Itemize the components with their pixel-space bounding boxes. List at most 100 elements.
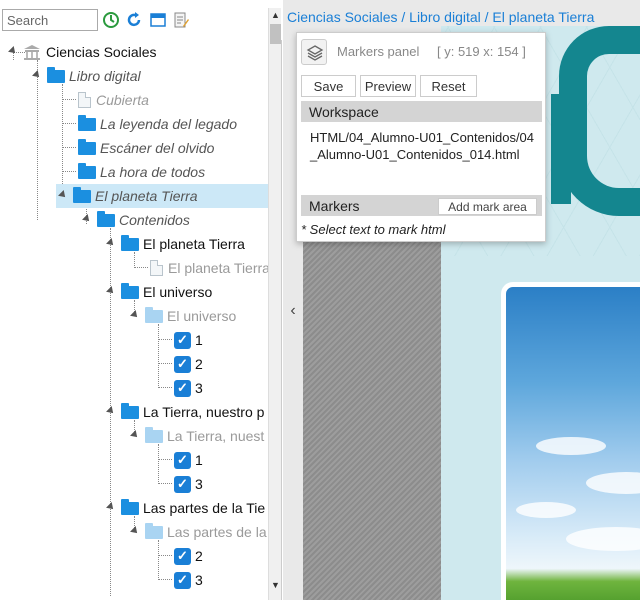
collapse-arrow-icon[interactable] — [80, 213, 94, 227]
tree-item-escaner[interactable]: Escáner del olvido — [78, 136, 214, 160]
tree-subfolder[interactable]: Las partes de la — [128, 520, 267, 544]
preview-button[interactable]: Preview — [360, 75, 416, 97]
teal-bar-shape — [551, 94, 571, 204]
search-input[interactable] — [2, 9, 98, 31]
folder-icon — [78, 162, 96, 179]
collapse-arrow-icon[interactable] — [104, 285, 118, 299]
tree-checkbox-item[interactable]: ✓ 2 — [174, 352, 203, 376]
tree-root-label: Ciencias Sociales — [46, 44, 157, 60]
sky-landscape-image — [501, 282, 640, 600]
page-gutter — [303, 240, 441, 600]
tree-item-label: Contenidos — [119, 212, 190, 228]
tree-root[interactable]: Ciencias Sociales — [6, 40, 157, 64]
document-edit-icon[interactable] — [172, 11, 190, 29]
collapse-arrow-icon[interactable] — [56, 189, 70, 203]
folder-icon — [121, 498, 139, 515]
checkbox-checked-icon[interactable]: ✓ — [174, 379, 191, 397]
folder-icon — [145, 522, 163, 539]
checkbox-checked-icon[interactable]: ✓ — [174, 451, 191, 469]
add-mark-area-button[interactable]: Add mark area — [438, 198, 537, 215]
checkbox-checked-icon[interactable]: ✓ — [174, 355, 191, 373]
window-icon[interactable] — [149, 11, 167, 29]
markers-panel: Markers panel [ y: 519 x: 154 ] Save Pre… — [296, 32, 546, 242]
markers-panel-title: Markers panel — [337, 44, 420, 59]
page-icon — [150, 260, 163, 276]
markers-hint: * Select text to mark html — [301, 222, 446, 237]
tree-item-label: Cubierta — [96, 92, 149, 108]
checkbox-checked-icon[interactable]: ✓ — [174, 331, 191, 349]
breadcrumb[interactable]: Ciencias Sociales / Libro digital / El p… — [287, 9, 594, 25]
tree-checkbox-item[interactable]: ✓ 2 — [174, 544, 203, 568]
scroll-up-arrow-icon[interactable]: ▲ — [269, 8, 282, 22]
page-icon — [78, 92, 91, 108]
scroll-down-arrow-icon[interactable]: ▼ — [269, 578, 282, 592]
layers-icon[interactable] — [301, 39, 327, 65]
tree-item-cubierta[interactable]: Cubierta — [78, 88, 149, 112]
folder-icon — [78, 138, 96, 155]
collapse-arrow-icon[interactable] — [6, 45, 20, 59]
tree-section-label: El universo — [143, 284, 213, 300]
tree-checkbox-label: 1 — [195, 332, 203, 348]
tree-item-leyenda[interactable]: La leyenda del legado — [78, 112, 237, 136]
collapse-arrow-icon[interactable] — [128, 309, 142, 323]
collapse-panel-chevron-icon[interactable]: ‹ — [283, 296, 303, 326]
tree-page[interactable]: El planeta Tierra — [150, 256, 268, 280]
tree-subfolder-label: El universo — [167, 308, 237, 324]
tree-item-contenidos[interactable]: Contenidos — [80, 208, 190, 232]
scroll-thumb[interactable] — [270, 24, 281, 44]
tree-page-label: El planeta Tierra — [168, 260, 268, 276]
folder-icon — [47, 66, 65, 83]
collapse-arrow-icon[interactable] — [128, 525, 142, 539]
reset-button[interactable]: Reset — [420, 75, 477, 97]
tree-section[interactable]: El planeta Tierra — [104, 232, 245, 256]
collapse-arrow-icon[interactable] — [104, 501, 118, 515]
checkbox-checked-icon[interactable]: ✓ — [174, 547, 191, 565]
tree-item-planeta-selected[interactable]: El planeta Tierra — [56, 184, 268, 208]
folder-icon — [121, 282, 139, 299]
tree-checkbox-item[interactable]: ✓ 3 — [174, 472, 203, 496]
tree-checkbox-label: 3 — [195, 572, 203, 588]
tree-section[interactable]: Las partes de la Tie — [104, 496, 265, 520]
tree-checkbox-item[interactable]: ✓ 3 — [174, 376, 203, 400]
checkbox-checked-icon[interactable]: ✓ — [174, 475, 191, 493]
folder-icon — [121, 402, 139, 419]
tree-checkbox-label: 2 — [195, 356, 203, 372]
tree-panel: Ciencias Sociales Libro digital Cubierta… — [0, 0, 282, 600]
tree-item-label: El planeta Tierra — [95, 188, 198, 204]
tree-scrollbar[interactable]: ▲ ▼ — [268, 8, 281, 600]
tree-checkbox-label: 1 — [195, 452, 203, 468]
tree-checkbox-label: 3 — [195, 476, 203, 492]
save-button[interactable]: Save — [301, 75, 356, 97]
library-icon — [23, 44, 41, 60]
tree-subfolder[interactable]: El universo — [128, 304, 236, 328]
refresh-icon[interactable] — [125, 11, 143, 29]
checkbox-checked-icon[interactable]: ✓ — [174, 571, 191, 589]
tree-subfolder-label: Las partes de la — [167, 524, 267, 540]
folder-icon — [121, 234, 139, 251]
folder-icon — [73, 186, 91, 203]
tree-section[interactable]: La Tierra, nuestro p — [104, 400, 264, 424]
folder-icon — [145, 306, 163, 323]
tree-checkbox-item[interactable]: ✓ 3 — [174, 568, 203, 592]
tree-checkbox-item[interactable]: ✓ 1 — [174, 328, 203, 352]
tree-checkbox-item[interactable]: ✓ 1 — [174, 448, 203, 472]
tree-item-label: La leyenda del legado — [100, 116, 238, 132]
content-tree: Ciencias Sociales Libro digital Cubierta… — [0, 40, 268, 596]
tree-subfolder[interactable]: La Tierra, nuest — [128, 424, 264, 448]
collapse-arrow-icon[interactable] — [30, 69, 44, 83]
tree-item-libro-digital[interactable]: Libro digital — [30, 64, 141, 88]
tree-item-hora[interactable]: La hora de todos — [78, 160, 205, 184]
collapse-arrow-icon[interactable] — [128, 429, 142, 443]
collapse-arrow-icon[interactable] — [104, 237, 118, 251]
sync-icon[interactable] — [102, 11, 120, 29]
tree-section-label: El planeta Tierra — [143, 236, 245, 252]
tree-section-label: La Tierra, nuestro p — [143, 404, 265, 420]
tree-item-label: La hora de todos — [100, 164, 206, 180]
workspace-header: Workspace — [301, 101, 542, 122]
folder-icon — [97, 210, 115, 227]
folder-icon — [78, 114, 96, 131]
cursor-coordinates: [ y: 519 x: 154 ] — [437, 44, 526, 59]
tree-section[interactable]: El universo — [104, 280, 212, 304]
folder-icon — [145, 426, 163, 443]
collapse-arrow-icon[interactable] — [104, 405, 118, 419]
